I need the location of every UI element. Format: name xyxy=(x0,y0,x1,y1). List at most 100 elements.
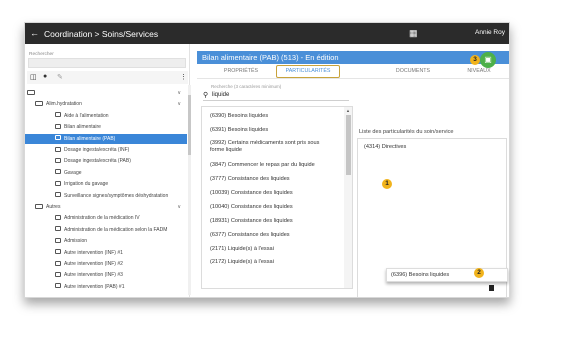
folder-icon xyxy=(27,89,35,95)
result-item[interactable]: (3847) Commencer le repas par du liquide xyxy=(210,162,330,169)
document-icon xyxy=(55,260,61,266)
document-icon xyxy=(55,112,61,118)
tree-label: Autre intervention (INF) #3 xyxy=(64,272,123,279)
tree-folder[interactable]: ∨ xyxy=(25,88,187,98)
callout-badge-2: 2 xyxy=(474,268,484,278)
tab-documents[interactable]: DOCUMENTS xyxy=(389,64,437,79)
callout-badge-1: 1 xyxy=(382,179,392,189)
sidebar-search-label: Rechercher xyxy=(29,52,54,57)
document-icon xyxy=(55,135,61,141)
tree-item[interactable]: Dosage ingesta/excréta (PAB) xyxy=(25,156,187,166)
result-item[interactable]: (6390) Besoins liquides xyxy=(210,113,330,120)
chevron-down-icon[interactable]: ∨ xyxy=(177,202,181,212)
document-icon xyxy=(55,169,61,175)
tree-item[interactable]: Autre intervention (PAB) #1 xyxy=(25,282,187,292)
search-value: liquide xyxy=(212,92,230,98)
tree-label: Bilan alimentaire xyxy=(64,124,101,131)
result-item[interactable]: (10040) Consistance des liquides xyxy=(210,204,330,211)
tree-item[interactable]: Autre intervention (INF) #2 xyxy=(25,259,187,269)
tree-item[interactable]: Admission xyxy=(25,236,187,246)
sidebar: Rechercher ◫ ● ✎ ⋮ ∨ Alim.hydratation ∨ Aid… xyxy=(25,44,191,297)
tree-item[interactable]: Dosage ingesta/excréta (INF) xyxy=(25,145,187,155)
add-icon[interactable]: ● xyxy=(43,73,47,80)
chevron-down-icon[interactable]: ∨ xyxy=(177,99,181,109)
result-item[interactable]: (10039) Consistance des liquides xyxy=(210,190,330,197)
editor-title: Bilan alimentaire (PAB) (513) - En éditi… xyxy=(202,53,339,62)
search-icon: ⚲ xyxy=(203,92,209,99)
document-icon xyxy=(55,226,61,232)
document-icon xyxy=(55,192,61,198)
tree-item[interactable]: Gavage xyxy=(25,168,187,178)
result-item[interactable]: (3992) Certains médicaments sont pris so… xyxy=(210,140,330,154)
tree-item[interactable]: Bilan alimentaire (PAB) xyxy=(25,133,187,144)
sidebar-search-input[interactable] xyxy=(28,58,186,68)
selected-list-label: Liste des particularités du soin/service xyxy=(359,129,454,135)
tree-item[interactable]: Autre intervention (PAB) #2 xyxy=(25,293,187,295)
tree-item[interactable]: Irrigation du gavage xyxy=(25,179,187,189)
editor-header: Bilan alimentaire (PAB) (513) - En éditi… xyxy=(197,51,509,64)
scroll-thumb[interactable] xyxy=(346,115,351,175)
tree-item[interactable]: Bilan alimentaire xyxy=(25,122,187,132)
sidebar-toolbar: ◫ ● ✎ ⋮ xyxy=(27,71,188,84)
document-icon xyxy=(55,271,61,277)
particularity-search-input[interactable]: ⚲ liquide xyxy=(203,91,349,101)
document-icon xyxy=(55,283,61,289)
trash-icon[interactable] xyxy=(489,285,494,291)
results-list: ▲ (6390) Besoins liquides (6391) Besoins … xyxy=(201,106,353,289)
document-icon xyxy=(55,123,61,129)
tree-folder[interactable]: Autres ∨ xyxy=(25,202,187,212)
tree-label: Aide à l'alimentation xyxy=(64,112,109,119)
tree-item[interactable]: Administration de la médication IV xyxy=(25,213,187,223)
scroll-up-icon[interactable]: ▲ xyxy=(346,108,350,113)
document-icon xyxy=(55,237,61,243)
tree-folder[interactable]: Alim.hydratation ∨ xyxy=(25,99,187,109)
search-label: Recherche (3 caractères minimum) xyxy=(211,84,282,89)
tree-item[interactable]: Administration de la médication selon la… xyxy=(25,225,187,235)
tree-label: Administration de la médication IV xyxy=(64,215,140,222)
result-item[interactable]: (6391) Besoins liquides xyxy=(210,127,330,134)
document-icon xyxy=(55,249,61,255)
tree-item[interactable]: Surveillance signes/symptômes déshydrata… xyxy=(25,191,187,201)
tree-label: Irrigation du gavage xyxy=(64,181,109,188)
result-item[interactable]: (2171) Liquide(s) à l'essai xyxy=(210,246,330,253)
tree-label: Dosage ingesta/excréta (INF) xyxy=(64,147,130,153)
tree-label: Alim.hydratation xyxy=(46,101,82,108)
dragged-item[interactable]: (6396) Besoins liquides xyxy=(386,268,508,282)
chevron-down-icon[interactable]: ∨ xyxy=(177,88,181,98)
result-item[interactable]: (18931) Consistance des liquides xyxy=(210,218,330,225)
tree-item[interactable]: Autre intervention (INF) #1 xyxy=(25,248,187,258)
result-item[interactable]: (3777) Consistance des liquides xyxy=(210,176,330,183)
tree-label: Autre intervention (INF) #2 xyxy=(64,261,123,267)
tab-particularites[interactable]: PARTICULARITÉS xyxy=(276,65,340,78)
user-name[interactable]: Annie Roy xyxy=(475,29,505,36)
document-icon xyxy=(55,146,61,152)
new-folder-icon[interactable]: ◫ xyxy=(30,73,37,81)
tree-label: Bilan alimentaire (PAB) xyxy=(64,135,116,142)
callout-badge-3: 3 xyxy=(470,55,480,65)
document-icon xyxy=(55,180,61,186)
results-scrollbar[interactable]: ▲ xyxy=(344,107,352,288)
tree-label: Administration de la médication selon la… xyxy=(64,226,168,233)
tree-label: Autre intervention (INF) #1 xyxy=(64,249,123,256)
tree-item[interactable]: Autre intervention (INF) #3 xyxy=(25,270,187,280)
tab-niveaux[interactable]: NIVEAUX xyxy=(459,64,499,79)
result-item[interactable]: (2172) Liquide(s) à l'essai xyxy=(210,259,330,266)
back-arrow-icon[interactable]: ← xyxy=(30,28,39,38)
more-vertical-icon[interactable]: ⋮ xyxy=(180,73,187,81)
save-button[interactable]: ▣ xyxy=(480,52,496,68)
tree-label: Gavage xyxy=(64,169,82,176)
app-window: ← Coordination > Soins/Services ▦ Annie … xyxy=(24,22,510,298)
list-item[interactable]: (4314) Directives xyxy=(364,144,406,150)
top-bar: ← Coordination > Soins/Services ▦ Annie … xyxy=(25,23,509,44)
apps-grid-icon[interactable]: ▦ xyxy=(409,28,418,39)
tree-label: Dosage ingesta/excréta (PAB) xyxy=(64,158,131,165)
edit-pencil-icon[interactable]: ✎ xyxy=(57,73,63,81)
sidebar-scrollbar[interactable] xyxy=(188,85,191,295)
result-item[interactable]: (6377) Consistance des liquides xyxy=(210,232,330,239)
folder-icon xyxy=(35,203,43,209)
tree-label: Surveillance signes/symptômes déshydrata… xyxy=(64,192,169,199)
document-icon xyxy=(55,214,61,220)
tab-bar: PROPRIÉTÉS PARTICULARITÉS DOCUMENTS NIVE… xyxy=(197,64,509,79)
tree-item[interactable]: Aide à l'alimentation xyxy=(25,111,187,121)
tab-proprietes[interactable]: PROPRIÉTÉS xyxy=(217,64,265,79)
